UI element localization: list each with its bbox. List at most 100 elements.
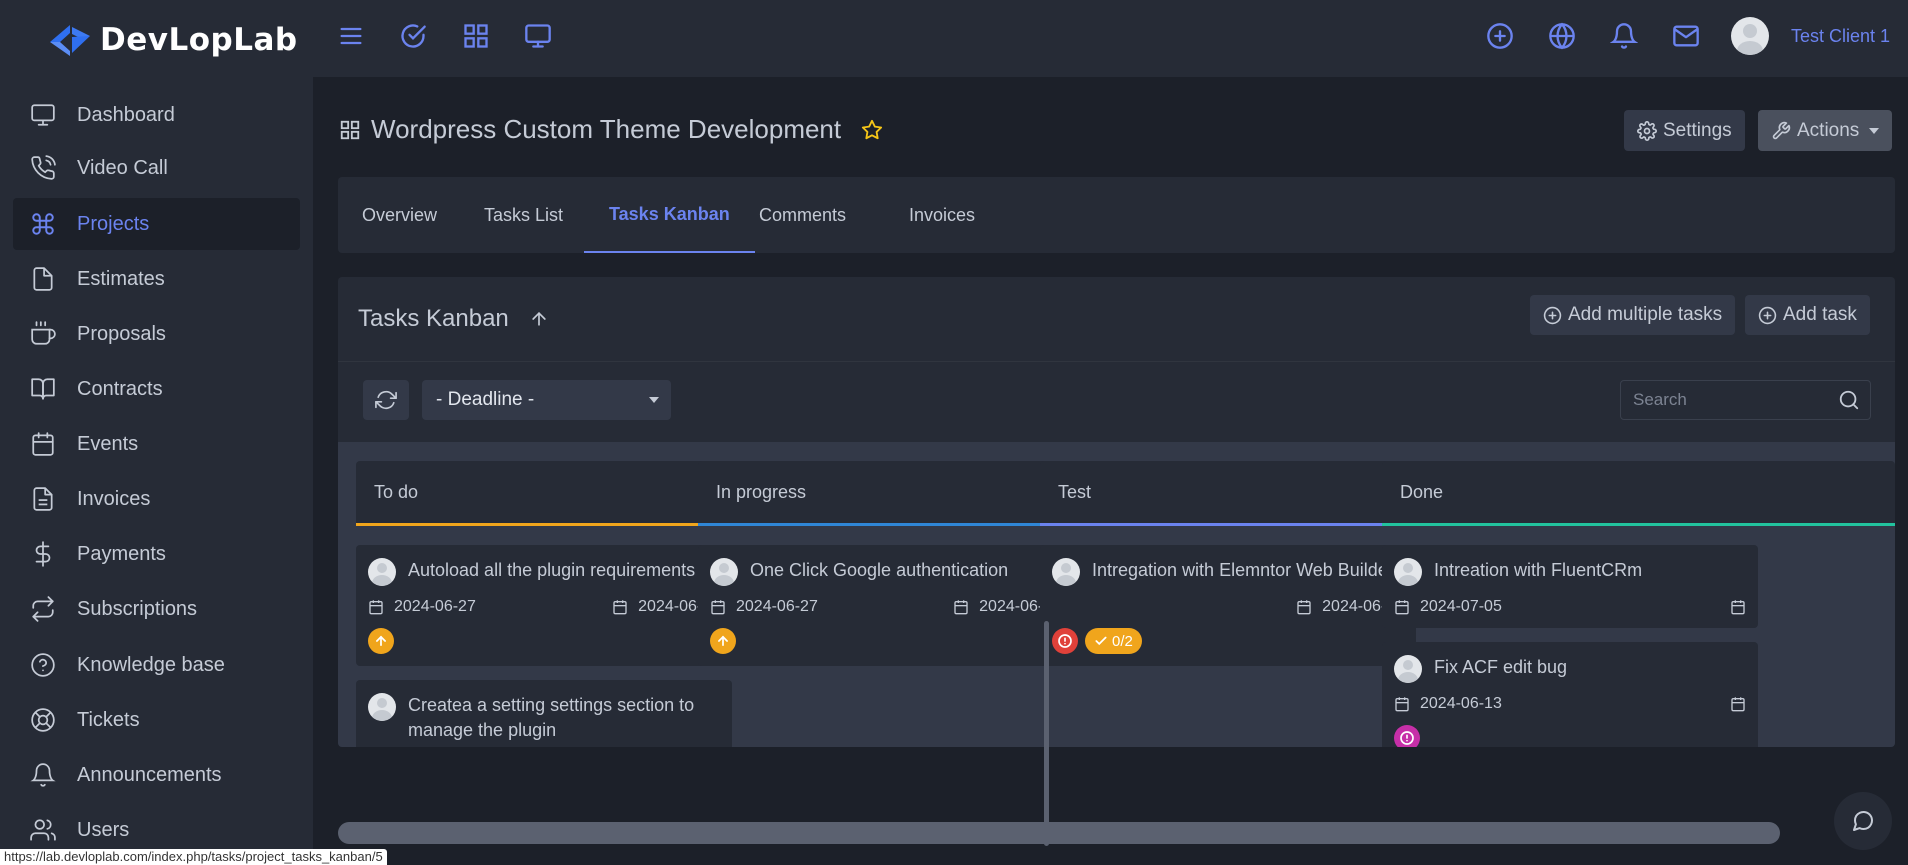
avatar xyxy=(1394,558,1422,586)
user-menu[interactable]: Test Client 1 xyxy=(1730,17,1890,55)
kanban-filters: - Deadline - Search xyxy=(338,362,1895,442)
search-placeholder: Search xyxy=(1633,390,1687,409)
chevron-down-icon xyxy=(1869,127,1880,134)
logo-icon xyxy=(48,23,94,57)
top-bar: DevLopLab Test Client 1 xyxy=(0,0,1908,77)
kanban-column-todo: To do 2 Autoload all the plugin requirem… xyxy=(356,461,734,747)
status-bar-url: https://lab.devloplab.com/index.php/task… xyxy=(0,849,387,865)
menu-icon[interactable] xyxy=(337,22,365,50)
refresh-icon xyxy=(375,389,397,411)
sidebar-item-estimates[interactable]: Estimates xyxy=(13,253,300,305)
sidebar-item-events[interactable]: Events xyxy=(13,418,300,470)
checklist-count: 0/2 xyxy=(1112,632,1133,650)
tab-tasks-kanban[interactable]: Tasks Kanban xyxy=(584,177,755,253)
tab-overview[interactable]: Overview xyxy=(362,177,437,253)
tab-comments[interactable]: Comments xyxy=(759,177,846,253)
deadline-value: - Deadline - xyxy=(436,389,535,410)
calendar-icon xyxy=(1394,599,1410,615)
sidebar-item-tickets[interactable]: Tickets xyxy=(13,694,300,746)
user-name[interactable]: Test Client 1 xyxy=(1791,26,1890,47)
project-tabs: Overview Tasks List Tasks Kanban Comment… xyxy=(338,177,1895,253)
calendar-icon xyxy=(1730,599,1746,615)
task-card[interactable]: Fix ACF edit bug 2024-06-13 xyxy=(1382,642,1758,747)
sidebar-item-label: Events xyxy=(77,432,139,455)
tab-tasks-list[interactable]: Tasks List xyxy=(484,177,563,253)
search-input[interactable]: Search xyxy=(1620,380,1871,420)
refresh-button[interactable] xyxy=(363,380,409,420)
avatar xyxy=(710,558,738,586)
deadline-select[interactable]: - Deadline - xyxy=(422,380,671,420)
calendar-icon xyxy=(710,599,726,615)
sidebar-item-label: Knowledge base xyxy=(77,653,225,676)
sidebar-item-dashboard[interactable]: Dashboard xyxy=(13,89,300,141)
checklist-badge: 0/2 xyxy=(1085,628,1142,654)
avatar[interactable] xyxy=(1730,17,1769,55)
sidebar-item-proposals[interactable]: Proposals xyxy=(13,308,300,360)
actions-label: Actions xyxy=(1797,119,1860,141)
task-title[interactable]: Autoload all the plugin requirements xyxy=(408,558,695,583)
settings-button[interactable]: Settings xyxy=(1624,110,1745,151)
add-multiple-tasks-button[interactable]: Add multiple tasks xyxy=(1530,295,1736,335)
plus-circle-icon xyxy=(1543,306,1562,325)
calendar-icon xyxy=(612,599,628,615)
column-header: Done xyxy=(1382,461,1895,526)
help-circle-icon xyxy=(30,652,56,678)
mail-icon[interactable] xyxy=(1672,22,1700,50)
task-title[interactable]: Intregation with Elemntor Web Builder xyxy=(1092,558,1394,583)
sidebar-item-contracts[interactable]: Contracts xyxy=(13,363,300,415)
bell-icon[interactable] xyxy=(1610,22,1638,50)
sidebar-item-label: Invoices xyxy=(77,487,151,510)
monitor-icon xyxy=(30,102,56,128)
avatar xyxy=(368,558,396,586)
repeat-icon xyxy=(30,596,56,622)
monitor-icon[interactable] xyxy=(524,22,552,50)
chevron-down-icon xyxy=(649,397,659,403)
avatar xyxy=(1052,558,1080,586)
start-date: 2024-06-13 xyxy=(1420,695,1502,712)
sidebar-item-payments[interactable]: Payments xyxy=(13,528,300,580)
star-icon[interactable] xyxy=(861,119,883,141)
brand-logo[interactable]: DevLopLab xyxy=(48,22,298,58)
gear-icon xyxy=(1637,120,1657,141)
column-header: To do 2 xyxy=(356,461,734,526)
page-header: Wordpress Custom Theme Development xyxy=(339,114,883,145)
task-title[interactable]: Intreation with FluentCRm xyxy=(1434,558,1642,583)
task-card[interactable]: Intreation with FluentCRm 2024-07-05 xyxy=(1382,545,1758,628)
actions-button[interactable]: Actions xyxy=(1758,110,1893,151)
plus-circle-icon[interactable] xyxy=(1486,22,1514,50)
brand-name: DevLopLab xyxy=(100,22,298,58)
sidebar-item-label: Estimates xyxy=(77,267,165,290)
globe-icon[interactable] xyxy=(1548,22,1576,50)
column-name: To do xyxy=(374,481,419,502)
add-task-button[interactable]: Add task xyxy=(1745,295,1870,335)
main-content: Wordpress Custom Theme Development Setti… xyxy=(313,77,1908,865)
tab-invoices[interactable]: Invoices xyxy=(909,177,975,253)
check-circle-icon[interactable] xyxy=(399,22,427,50)
sidebar-item-label: Users xyxy=(77,818,130,841)
column-name: Test xyxy=(1058,481,1092,502)
sidebar-item-invoices[interactable]: Invoices xyxy=(13,473,300,525)
sidebar-item-projects[interactable]: Projects xyxy=(13,198,300,250)
board-horizontal-scrollbar[interactable] xyxy=(338,822,1780,844)
column-scrollbar[interactable] xyxy=(1044,621,1049,846)
users-icon xyxy=(30,817,56,843)
arrow-up-icon[interactable] xyxy=(529,309,549,329)
sidebar-item-announcements[interactable]: Announcements xyxy=(13,749,300,801)
kanban-column-done: Done Intreation with FluentCRm 2024-07-0… xyxy=(1382,461,1895,747)
sidebar-item-video-call[interactable]: Video Call xyxy=(13,142,300,194)
sidebar-item-subscriptions[interactable]: Subscriptions xyxy=(13,583,300,635)
wrench-icon xyxy=(1771,121,1791,141)
task-title[interactable]: Createa a setting settings section to ma… xyxy=(408,693,720,743)
task-card[interactable]: One Click Google authentication 2024-06-… xyxy=(698,545,1073,666)
task-card[interactable]: Intregation with Elemntor Web Builder 20… xyxy=(1040,545,1416,666)
task-card[interactable]: Autoload all the plugin requirements 202… xyxy=(356,545,732,666)
task-title[interactable]: Fix ACF edit bug xyxy=(1434,655,1567,680)
sidebar-item-label: Announcements xyxy=(77,763,222,786)
sidebar-item-knowledge-base[interactable]: Knowledge base xyxy=(13,639,300,691)
task-card[interactable]: Createa a setting settings section to ma… xyxy=(356,680,732,747)
task-title[interactable]: One Click Google authentication xyxy=(750,558,1008,583)
search-icon[interactable] xyxy=(1838,389,1860,411)
chat-button[interactable] xyxy=(1834,792,1892,850)
grid-icon[interactable] xyxy=(462,22,490,50)
priority-alert-icon xyxy=(1052,628,1078,654)
